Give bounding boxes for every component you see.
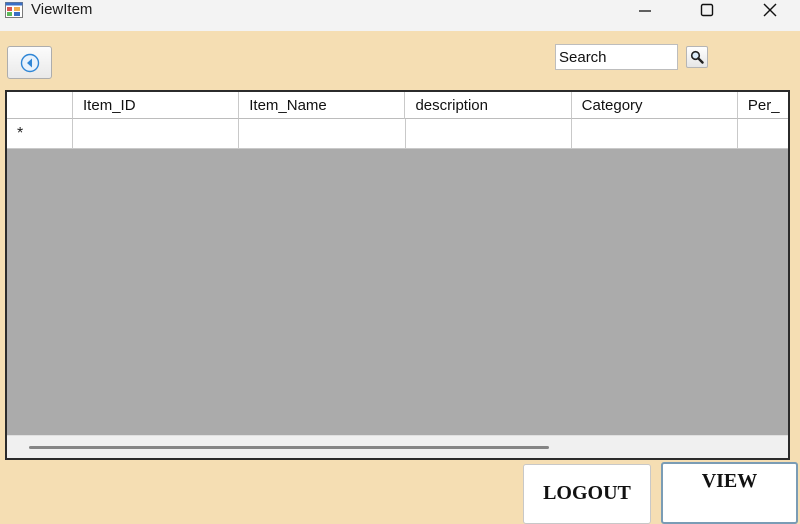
maximize-icon [700,3,714,17]
back-arrow-icon [20,53,39,72]
back-button[interactable] [7,46,52,79]
close-icon [763,3,777,17]
table-cell-item-id[interactable] [73,119,240,149]
window-title: ViewItem [31,1,93,18]
title-bar: ViewItem [0,0,800,31]
grid-header-row: Item_ID Item_Name description Category P… [7,92,788,119]
table-row[interactable]: * [7,119,788,149]
column-header-item-id[interactable]: Item_ID [73,92,240,119]
table-cell-per[interactable] [737,119,788,149]
table-cell-category[interactable] [571,119,738,149]
table-cell-item-name[interactable] [239,119,406,149]
items-data-grid[interactable]: Item_ID Item_Name description Category P… [5,90,790,460]
minimize-icon [639,10,651,12]
horizontal-scrollbar[interactable] [7,435,788,458]
column-header-description[interactable]: description [405,92,572,119]
logout-button[interactable]: LOGOUT [523,464,651,524]
table-cell-description[interactable] [405,119,572,149]
app-icon [5,2,23,18]
maximize-button[interactable] [687,0,727,20]
column-header-item-name[interactable]: Item_Name [239,92,406,119]
search-button[interactable] [686,46,708,68]
magnifier-icon [690,50,704,64]
minimize-button[interactable] [625,0,665,20]
scrollbar-thumb[interactable] [29,446,549,449]
view-button[interactable]: VIEW [661,462,798,524]
new-row-marker[interactable]: * [7,119,74,149]
close-button[interactable] [750,0,790,20]
column-header-category[interactable]: Category [571,92,738,119]
search-input[interactable] [555,44,678,70]
column-header-per[interactable]: Per_ [737,92,788,119]
row-header-corner[interactable] [7,92,74,119]
